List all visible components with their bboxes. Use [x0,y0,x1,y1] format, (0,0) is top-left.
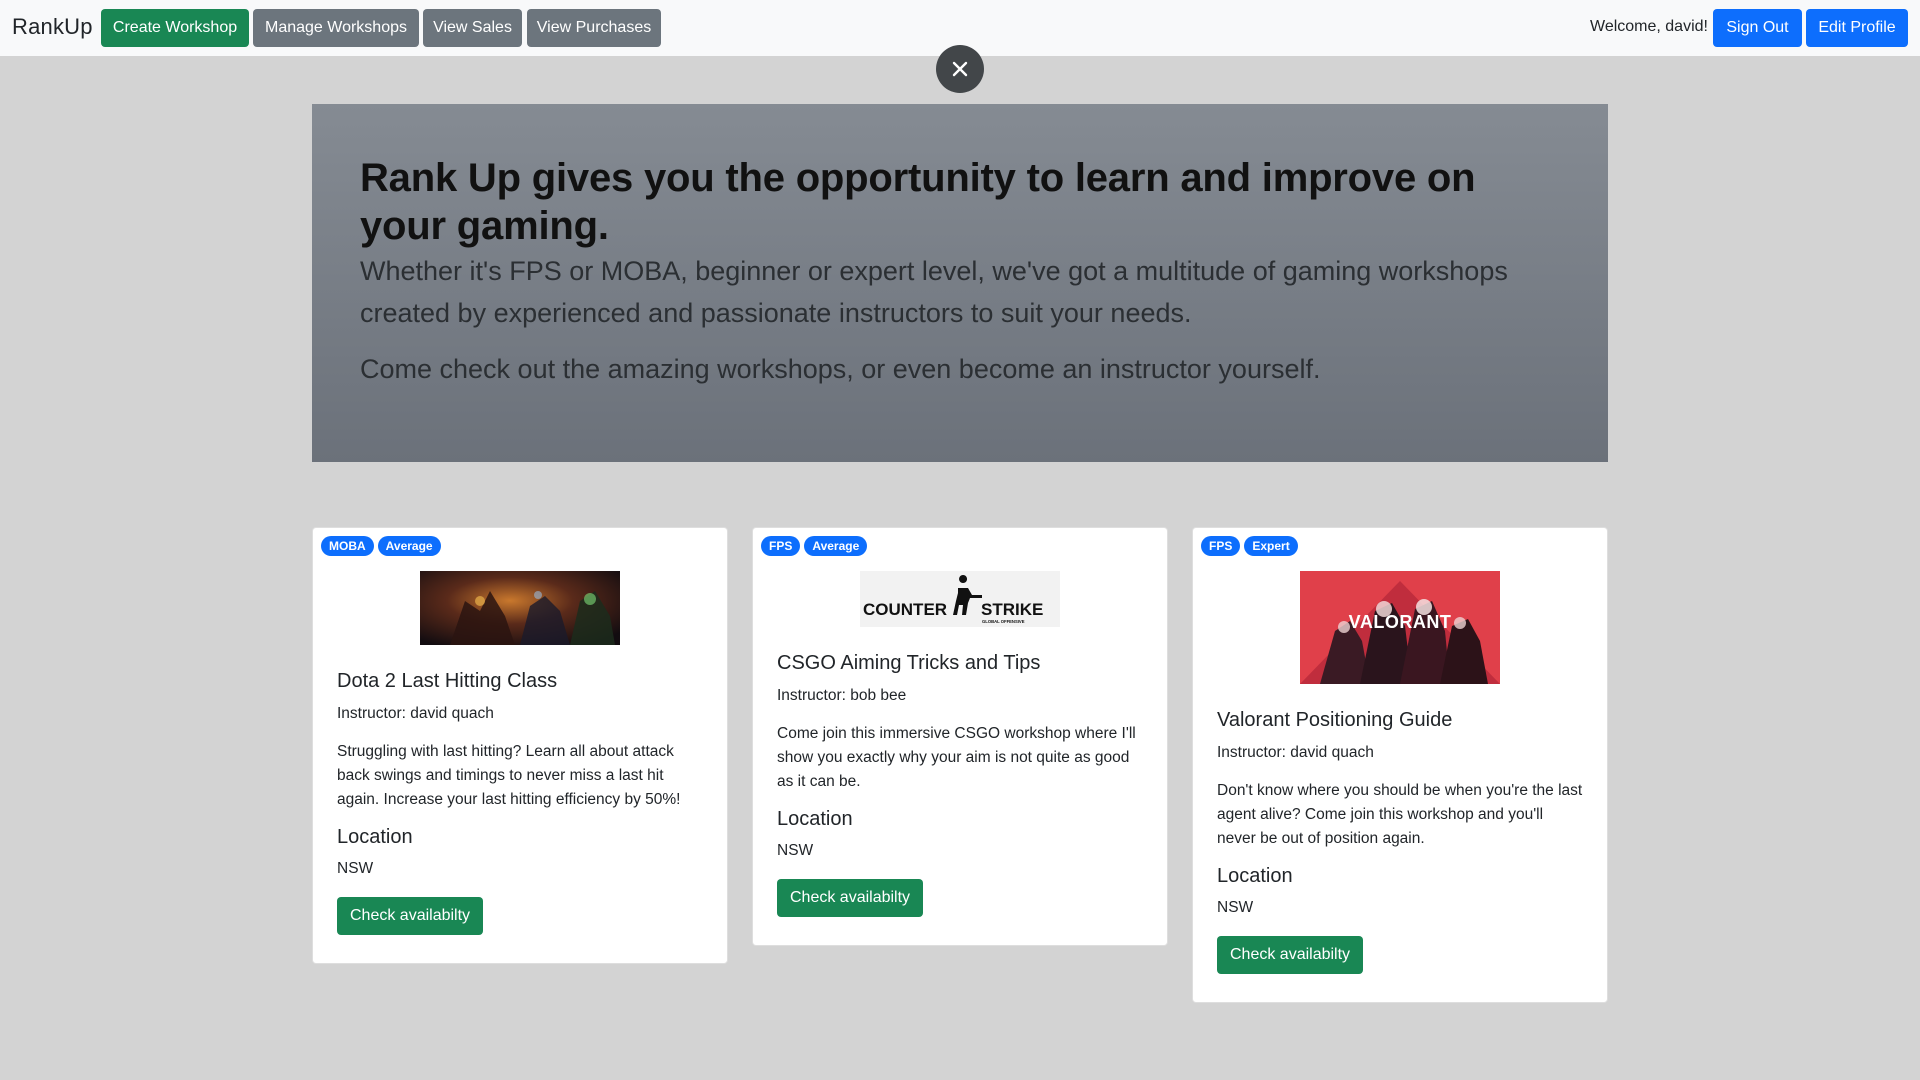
check-availability-button[interactable]: Check availabilty [1217,936,1364,974]
category-badge: MOBA [321,536,374,556]
sign-out-button[interactable]: Sign Out [1713,9,1802,47]
category-badge: FPS [761,536,801,556]
location-value: NSW [777,842,814,859]
close-button[interactable] [936,45,984,93]
instructor-name: Instructor: david quach [337,705,494,722]
location-heading: Location [337,826,413,848]
valorant-logo-text: VALORANT [1349,612,1452,632]
card-badges: MOBA Average [321,536,441,556]
hero-lead-text-2: Come check out the amazing workshops, or… [360,354,1321,384]
view-sales-button[interactable]: View Sales [423,9,522,47]
card-badges: FPS Average [761,536,868,556]
card-body: CSGO Aiming Tricks and Tips Instructor: … [777,651,1145,917]
counter-strike-logo-image: COUNTER STRIKE GLOBAL OFFENSIVE [860,571,1060,627]
workshop-description: Come join this immersive CSGO workshop w… [777,725,1136,790]
logo-text-counter: COUNTER [863,600,947,619]
workshop-title: Dota 2 Last Hitting Class [337,670,558,692]
manage-workshops-button[interactable]: Manage Workshops [253,9,419,47]
edit-profile-button[interactable]: Edit Profile [1806,9,1908,47]
workshop-title: CSGO Aiming Tricks and Tips [777,652,1041,674]
close-icon [952,61,968,77]
create-workshop-button[interactable]: Create Workshop [101,9,249,47]
card-body: Dota 2 Last Hitting Class Instructor: da… [337,669,705,935]
view-purchases-button[interactable]: View Purchases [527,9,661,47]
hero-heading: Rank Up gives you the opportunity to lea… [360,156,1476,248]
logo-text-strike: STRIKE [981,600,1043,619]
location-heading: Location [777,808,853,830]
location-value: NSW [1217,899,1254,916]
workshop-card-dota: MOBA Average Dota 2 Last Hitting Class I… [312,527,728,964]
brand-logo[interactable]: RankUp [12,14,93,40]
location-heading: Location [1217,865,1293,887]
card-badges: FPS Expert [1201,536,1298,556]
valorant-banner-image: VALORANT [1300,571,1500,684]
level-badge: Expert [1244,536,1298,556]
welcome-text: Welcome, david! [1590,18,1708,35]
logo-subtext: GLOBAL OFFENSIVE [982,619,1025,624]
check-availability-button[interactable]: Check availabilty [337,897,484,935]
workshop-title: Valorant Positioning Guide [1217,709,1453,731]
instructor-name: Instructor: david quach [1217,744,1374,761]
location-value: NSW [337,860,374,877]
workshop-card-valorant: FPS Expert VALORANT Valorant Positioning… [1192,527,1608,1003]
workshop-card-csgo: FPS Average COUNTER STRIKE GLOBAL OFFENS… [752,527,1168,946]
level-badge: Average [377,536,441,556]
workshop-description: Don't know where you should be when you'… [1217,782,1583,847]
hero-banner: Rank Up gives you the opportunity to lea… [312,104,1608,462]
card-body: Valorant Positioning Guide Instructor: d… [1217,708,1585,974]
workshop-description: Struggling with last hitting? Learn all … [337,743,681,808]
category-badge: FPS [1201,536,1241,556]
dota-2-banner-image [420,571,620,645]
hero-lead-text: Whether it's FPS or MOBA, beginner or ex… [360,256,1508,328]
level-badge: Average [804,536,868,556]
instructor-name: Instructor: bob bee [777,687,907,704]
check-availability-button[interactable]: Check availabilty [777,879,924,917]
